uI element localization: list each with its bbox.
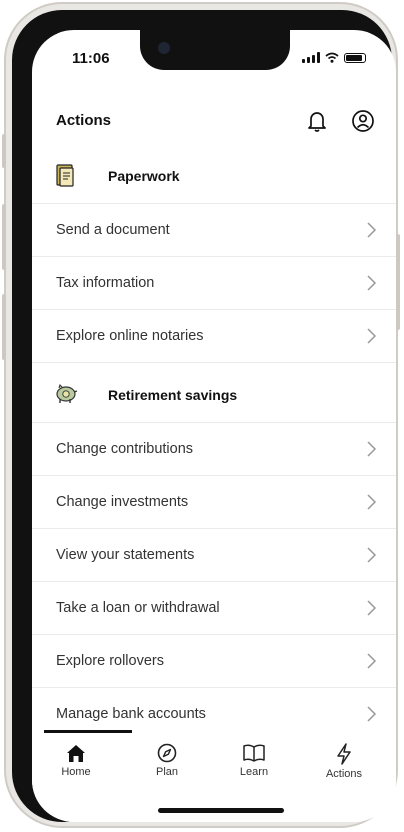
list-item-view-your-statements[interactable]: View your statements — [32, 529, 396, 582]
volume-up-button — [2, 204, 6, 270]
chevron-right-icon — [367, 494, 377, 510]
list-item-tax-information[interactable]: Tax information — [32, 257, 396, 310]
chevron-right-icon — [367, 275, 377, 291]
chevron-right-icon — [367, 222, 377, 238]
section-title: Paperwork — [108, 168, 180, 184]
page-header: Actions — [32, 88, 396, 148]
chevron-right-icon — [367, 328, 377, 344]
list-item-change-investments[interactable]: Change investments — [32, 476, 396, 529]
list-item-label: Take a loan or withdrawal — [56, 600, 220, 616]
tab-label: Actions — [325, 768, 363, 780]
piggy-bank-icon — [54, 383, 78, 407]
chevron-right-icon — [367, 706, 377, 722]
list-item-explore-rollovers[interactable]: Explore rollovers — [32, 635, 396, 688]
home-icon — [67, 745, 85, 762]
tab-label: Plan — [155, 766, 179, 778]
volume-down-button — [2, 294, 6, 360]
active-tab-indicator — [44, 730, 132, 733]
mute-switch — [2, 134, 6, 168]
bell-icon[interactable] — [304, 108, 330, 134]
battery-icon — [344, 52, 366, 63]
tab-actions[interactable]: Actions — [304, 742, 384, 792]
list-item-label: View your statements — [56, 547, 195, 563]
section-header-retirement-savings: Retirement savings — [32, 363, 396, 423]
list-item-take-a-loan-or-withdrawal[interactable]: Take a loan or withdrawal — [32, 582, 396, 635]
chevron-right-icon — [367, 441, 377, 457]
profile-icon[interactable] — [350, 108, 376, 134]
section-title: Retirement savings — [108, 387, 238, 403]
compass-icon — [157, 743, 177, 763]
power-button — [396, 234, 400, 330]
status-time: 11:06 — [72, 50, 110, 67]
list-item-label: Change investments — [56, 494, 189, 510]
tab-plan[interactable]: Plan — [127, 742, 207, 792]
tab-home[interactable]: Home — [36, 742, 116, 792]
camera — [158, 42, 170, 54]
list-item-label: Explore rollovers — [56, 653, 164, 669]
chevron-right-icon — [367, 653, 377, 669]
tab-learn[interactable]: Learn — [214, 742, 294, 792]
status-icons — [302, 52, 366, 63]
book-icon — [243, 744, 265, 762]
list-item-label: Tax information — [56, 275, 155, 291]
tab-label: Home — [61, 766, 91, 778]
tab-label: Learn — [239, 766, 269, 778]
phone-bezel: 11:06 Actions Paperwork Send a document … — [12, 10, 396, 822]
list-item-label: Change contributions — [56, 441, 194, 457]
section-header-paperwork: Paperwork — [32, 148, 396, 204]
signal-icon — [302, 52, 320, 63]
wifi-icon — [325, 52, 339, 63]
chevron-right-icon — [367, 547, 377, 563]
document-icon — [54, 164, 78, 188]
chevron-right-icon — [367, 600, 377, 616]
list-item-send-a-document[interactable]: Send a document — [32, 204, 396, 257]
list-item-explore-online-notaries[interactable]: Explore online notaries — [32, 310, 396, 363]
notch — [140, 30, 290, 70]
home-indicator — [158, 808, 284, 813]
page-title: Actions — [56, 112, 112, 129]
list-item-label: Send a document — [56, 222, 170, 238]
list-item-label: Manage bank accounts — [56, 706, 206, 722]
list-item-label: Explore online notaries — [56, 328, 204, 344]
screen: 11:06 Actions Paperwork Send a document … — [32, 30, 396, 822]
list-item-change-contributions[interactable]: Change contributions — [32, 423, 396, 476]
lightning-icon — [337, 743, 351, 765]
